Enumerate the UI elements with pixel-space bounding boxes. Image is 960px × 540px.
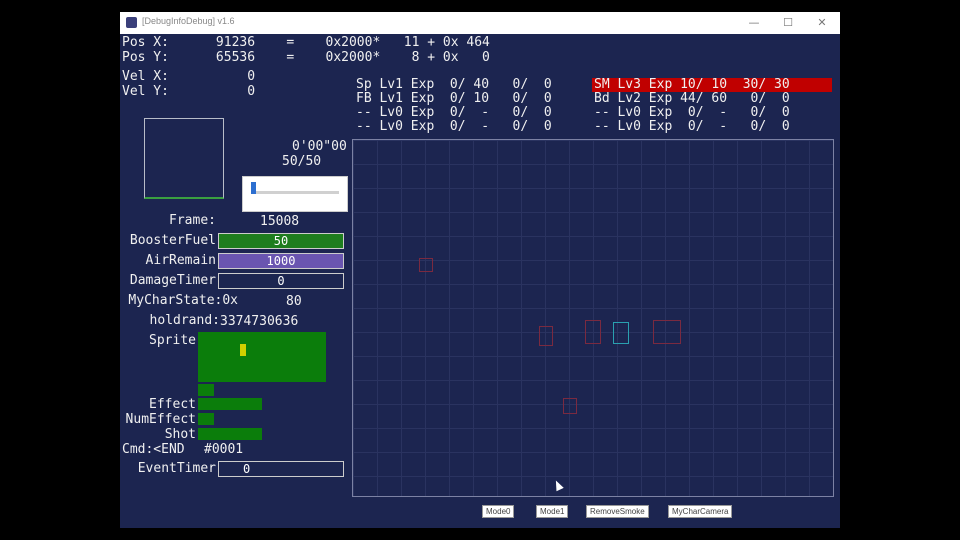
slider-thumb[interactable]: [251, 182, 256, 194]
weapon-row: Bd Lv2 Exp 44/ 60 0/ 0: [594, 91, 790, 106]
booster-fuel-label: BoosterFuel: [129, 233, 216, 248]
damage-timer-value: 0: [277, 274, 285, 288]
holdrand-value: 3374730636: [220, 314, 299, 329]
sprite-usage-map: [198, 332, 326, 382]
mode1-checkbox[interactable]: Mode1: [536, 505, 569, 518]
effect-bar: [198, 398, 262, 410]
weapon-row: -- Lv0 Exp 0/ - 0/ 0: [594, 119, 790, 134]
num-effect-label: NumEffect: [125, 412, 196, 427]
debug-window: [DebugInfoDebug] v1.6 — ☐ ✕ Pos X: 91236…: [120, 12, 840, 528]
minimize-button[interactable]: —: [744, 15, 764, 31]
weapon-row: -- Lv0 Exp 0/ - 0/ 0: [356, 119, 552, 134]
player-marker: [613, 322, 629, 344]
frame-value: 15008: [260, 214, 300, 229]
mode0-checkbox[interactable]: Mode0: [482, 505, 515, 518]
maximize-button[interactable]: ☐: [778, 15, 798, 31]
num-effect-bar: [198, 413, 214, 425]
close-button[interactable]: ✕: [812, 15, 832, 31]
minimap-preview: [144, 118, 224, 199]
title-bar: [DebugInfoDebug] v1.6 — ☐ ✕: [120, 12, 840, 34]
shot-label: Shot: [164, 427, 196, 442]
app-icon: [126, 17, 137, 28]
sprite-overflow-bar: [198, 384, 214, 396]
window-title: [DebugInfoDebug] v1.6: [142, 16, 235, 26]
count-readout: 50/50: [282, 154, 322, 169]
air-remain-value: 1000: [266, 254, 296, 268]
vel-y-readout: Vel Y: 0: [122, 84, 256, 99]
entity-marker: [563, 398, 577, 414]
entity-marker: [653, 320, 681, 344]
mychar-camera-checkbox[interactable]: MyCharCamera: [668, 505, 733, 518]
effect-label: Effect: [149, 397, 196, 412]
map-grid-view[interactable]: [352, 139, 834, 497]
weapon-row: -- Lv0 Exp 0/ - 0/ 0: [356, 105, 552, 120]
entity-marker: [585, 320, 601, 344]
pos-x-readout: Pos X: 91236 = 0x2000* 11 + 0x 464: [122, 35, 490, 50]
mychar-state-value: 80: [286, 294, 302, 309]
weapon-row: FB Lv1 Exp 0/ 10 0/ 0: [356, 91, 552, 106]
entity-marker: [419, 258, 433, 272]
damage-timer-label: DamageTimer: [129, 273, 216, 288]
sprite-label: Sprite: [149, 333, 196, 348]
pos-y-readout: Pos Y: 65536 = 0x2000* 8 + 0x 0: [122, 50, 490, 65]
slider-track: [251, 191, 339, 194]
weapon-row: SM Lv3 Exp 10/ 10 30/ 30: [594, 77, 790, 92]
vel-x-readout: Vel X: 0: [122, 69, 256, 84]
frame-label: Frame:: [169, 213, 216, 228]
damage-timer-bar: 0: [218, 273, 344, 289]
event-timer-bar: 0: [218, 461, 344, 477]
entity-marker: [539, 326, 553, 346]
speed-slider[interactable]: [242, 176, 348, 212]
air-remain-bar: 1000: [218, 253, 344, 269]
weapon-row: -- Lv0 Exp 0/ - 0/ 0: [594, 105, 790, 120]
timer-readout: 0'00"00: [292, 139, 347, 154]
cmd-label: Cmd:<END: [122, 442, 185, 457]
air-remain-label: AirRemain: [145, 253, 216, 268]
holdrand-label: holdrand:: [149, 313, 220, 328]
weapon-row: Sp Lv1 Exp 0/ 40 0/ 0: [356, 77, 552, 92]
remove-smoke-checkbox[interactable]: RemoveSmoke: [586, 505, 649, 518]
mychar-state-label: MyCharState:0x: [128, 293, 238, 308]
booster-fuel-bar: 50: [218, 233, 344, 249]
cmd-value: #0001: [204, 442, 244, 457]
event-timer-label: EventTimer: [137, 461, 216, 476]
event-timer-value: 0: [243, 462, 251, 476]
booster-fuel-value: 50: [273, 234, 289, 248]
shot-bar: [198, 428, 262, 440]
sprite-marker: [240, 344, 246, 356]
